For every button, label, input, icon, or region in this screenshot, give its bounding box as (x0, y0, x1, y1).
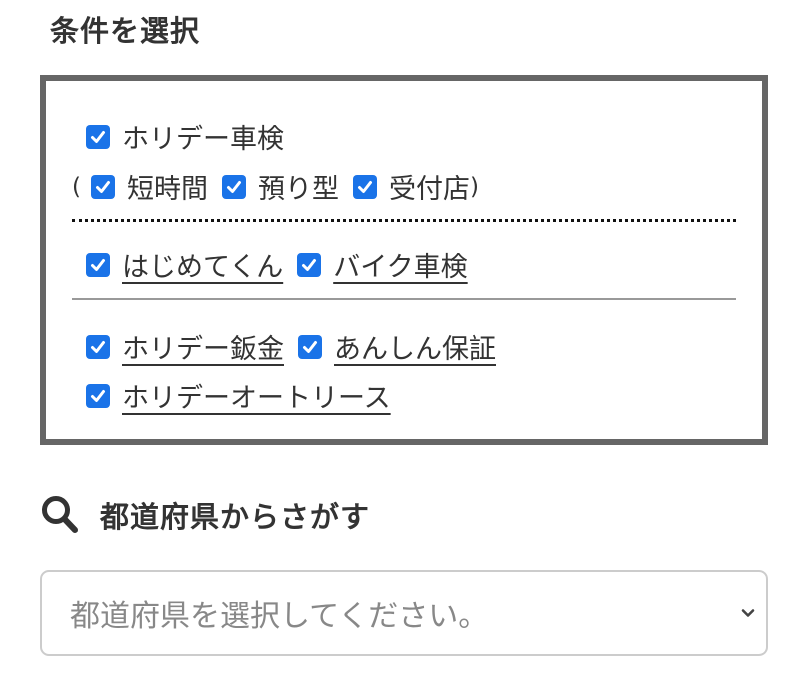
check-icon (91, 258, 105, 271)
checkbox-anshin-hosho[interactable] (298, 334, 322, 359)
paren-open: ( (72, 173, 81, 200)
check-icon (95, 180, 110, 193)
checkbox-drop-off[interactable] (221, 174, 246, 199)
checkbox-short-time[interactable] (90, 174, 115, 199)
check-icon (91, 130, 105, 143)
label-holiday-shaken: ホリデー車検 (122, 124, 284, 155)
check-icon (357, 180, 372, 193)
condition-filter-box: ホリデー車検 ( 短時間 預り型 受付店 ) はじめてくん バイク車検 ホリデー… (40, 75, 768, 445)
prefecture-select-placeholder: 都道府県を選択してください。 (70, 599, 489, 634)
link-holiday-bankin[interactable]: ホリデー鈑金 (122, 327, 284, 366)
dotted-divider (72, 219, 736, 222)
solid-divider (72, 298, 736, 300)
label-drop-off: 預り型 (257, 174, 339, 205)
section-title: 条件を選択 (50, 14, 201, 48)
checkbox-reception-store[interactable] (352, 174, 377, 199)
prefecture-search-heading: 都道府県からさがす (40, 494, 370, 536)
checkbox-bike-shaken[interactable] (297, 252, 322, 277)
link-hajimetekun[interactable]: はじめてくん (122, 245, 283, 284)
prefecture-select[interactable]: 都道府県を選択してください。 (40, 570, 768, 656)
check-icon (91, 340, 105, 353)
checkbox-holiday-bankin[interactable] (86, 334, 110, 359)
prefecture-search-title: 都道府県からさがす (100, 500, 371, 534)
search-icon (42, 496, 78, 533)
link-holiday-auto-lease[interactable]: ホリデーオートリース (122, 376, 391, 415)
check-icon (302, 258, 317, 271)
checkbox-hajimetekun[interactable] (86, 252, 110, 277)
group2-row: はじめてくん バイク車検 (86, 245, 468, 284)
sub-options-row: ( 短時間 預り型 受付店 ) (72, 167, 479, 206)
check-icon (226, 180, 241, 193)
label-short-time: 短時間 (126, 174, 208, 205)
link-anshin-hosho[interactable]: あんしん保証 (334, 327, 496, 366)
check-icon (303, 340, 317, 353)
label-reception-store: 受付店 (388, 174, 470, 205)
option-holiday-shaken[interactable]: ホリデー車検 (86, 117, 284, 156)
paren-close: ) (469, 173, 479, 200)
checkbox-holiday-shaken[interactable] (86, 124, 110, 149)
chevron-down-icon (741, 609, 755, 617)
check-icon (91, 389, 105, 402)
checkbox-holiday-auto-lease[interactable] (86, 383, 110, 408)
group3-row-2: ホリデーオートリース (86, 376, 391, 415)
link-bike-shaken[interactable]: バイク車検 (333, 245, 467, 284)
group3-row-1: ホリデー鈑金 あんしん保証 (86, 327, 496, 366)
